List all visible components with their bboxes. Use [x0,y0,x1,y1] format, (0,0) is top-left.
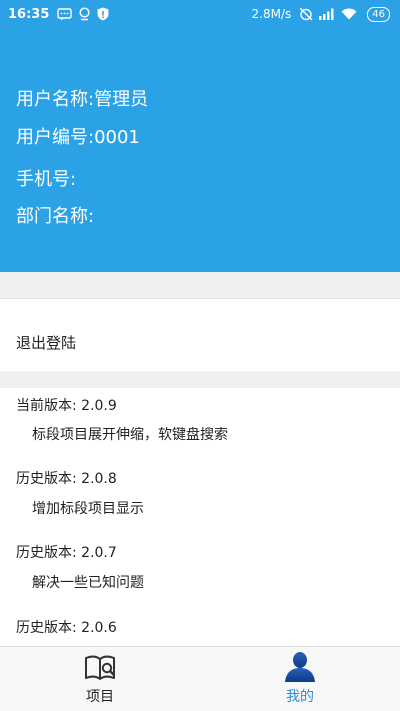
version-desc-current: 标段项目展开伸缩，软键盘搜索 [32,427,228,443]
signal-icon [319,8,335,20]
bottom-nav: 项目 我的 [0,646,400,711]
version-title: 历史版本: 2.0.7 [16,545,117,561]
user-icon [283,652,317,683]
tab-project-label: 项目 [86,689,114,705]
version-desc: 增加标段项目显示 [32,501,144,517]
shield-icon [97,7,109,21]
version-desc: 解决一些已知问题 [32,575,144,591]
status-bar: 16:35 2.8M/s 46 [0,0,400,28]
book-search-icon [83,653,117,683]
version-title-current: 当前版本: 2.0.9 [16,398,117,414]
logout-label: 退出登陆 [16,334,77,352]
network-speed: 2.8M/s [251,7,292,21]
logout-button[interactable]: 退出登陆 [0,299,400,371]
section-divider [0,272,400,299]
profile-header: 用户名称:管理员 用户编号:0001 手机号: 部门名称: [0,28,400,272]
location-icon [78,7,91,21]
version-title: 历史版本: 2.0.6 [16,620,117,636]
version-title: 历史版本: 2.0.8 [16,471,117,487]
alarm-off-icon [299,7,313,21]
user-id-label: 用户编号:0001 [16,127,140,148]
status-right: 2.8M/s 46 [251,6,390,22]
department-label: 部门名称: [16,206,95,227]
message-icon [57,7,73,21]
tab-project[interactable]: 项目 [0,647,200,711]
status-left: 16:35 [8,7,115,22]
status-time: 16:35 [8,6,50,22]
version-list[interactable]: 当前版本: 2.0.9 标段项目展开伸缩，软键盘搜索 历史版本: 2.0.8 增… [0,388,400,646]
tab-mine-label: 我的 [286,689,314,705]
section-divider [0,371,400,388]
phone-label: 手机号: [16,169,77,190]
tab-mine[interactable]: 我的 [200,647,400,711]
wifi-icon [341,8,357,20]
username-label: 用户名称:管理员 [16,89,149,110]
battery-level: 46 [367,6,390,22]
